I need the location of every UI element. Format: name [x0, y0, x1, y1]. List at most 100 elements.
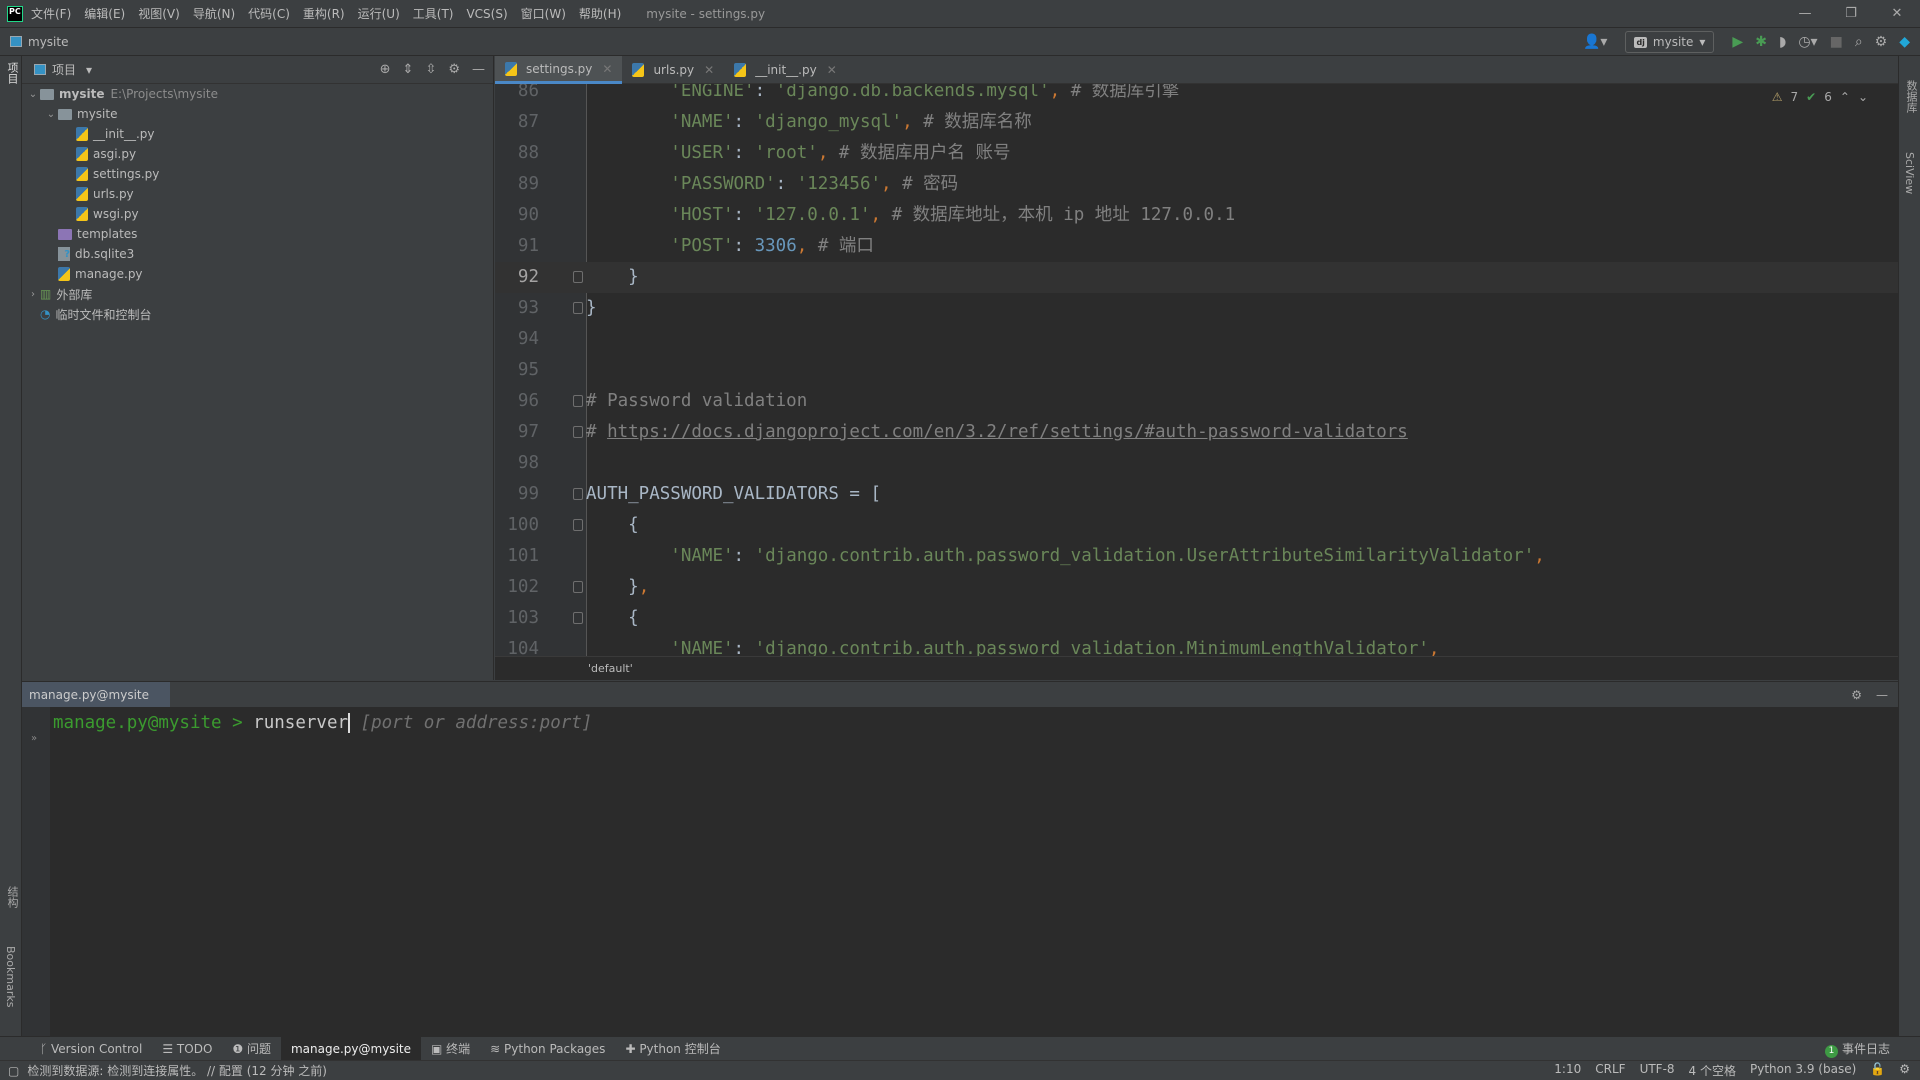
- fold-marker-icon[interactable]: [573, 581, 583, 593]
- code-link[interactable]: https://docs.djangoproject.com/en/3.2/re…: [607, 422, 1408, 442]
- code-line: 101 'NAME': 'django.contrib.auth.passwor…: [495, 541, 1898, 572]
- tree-item[interactable]: __init__.py: [22, 124, 493, 144]
- tab-settingspy[interactable]: settings.py ✕: [495, 56, 623, 84]
- status-panel-icon[interactable]: ▢: [8, 1064, 19, 1078]
- fold-marker-icon[interactable]: [573, 612, 583, 624]
- menu-item[interactable]: 文件(F): [31, 7, 71, 21]
- chevron-down-icon[interactable]: ▾: [86, 63, 92, 77]
- run-tab[interactable]: manage.py@mysite ✕: [22, 681, 170, 728]
- stop-icon[interactable]: ■: [1830, 34, 1843, 50]
- bookmarks-tool-button[interactable]: Bookmarks: [4, 946, 17, 1007]
- chevron-down-icon[interactable]: ⌄: [44, 109, 58, 120]
- unlock-icon[interactable]: 🔓: [1870, 1062, 1885, 1079]
- tree-item[interactable]: urls.py: [22, 184, 493, 204]
- hide-icon[interactable]: —: [1876, 688, 1888, 702]
- tree-item[interactable]: wsgi.py: [22, 204, 493, 224]
- debug-icon[interactable]: ✱: [1755, 34, 1767, 50]
- tool-window-6[interactable]: ✚ Python 控制台: [615, 1037, 730, 1061]
- menu-item[interactable]: 代码(C): [248, 7, 290, 21]
- run-config-select[interactable]: dj mysite ▾: [1625, 31, 1715, 53]
- expand-icon[interactable]: »: [31, 733, 37, 744]
- python-interpreter[interactable]: Python 3.9 (base): [1750, 1062, 1856, 1079]
- close-icon[interactable]: ✕: [602, 62, 612, 76]
- code-editor[interactable]: 86 'ENGINE': 'django.db.backends.mysql',…: [495, 84, 1898, 656]
- tree-item[interactable]: ◔ 临时文件和控制台: [22, 304, 493, 324]
- close-icon[interactable]: ✕: [827, 63, 837, 77]
- project-tree: ⌄ mysite E:\Projects\mysite ⌄ mysite __init__…: [22, 84, 493, 324]
- tab-urlspy[interactable]: urls.py ✕: [622, 56, 724, 84]
- tool-window-3[interactable]: manage.py@mysite: [280, 1036, 421, 1061]
- profile-icon[interactable]: ◷▾: [1798, 34, 1817, 50]
- line-separator[interactable]: CRLF: [1595, 1062, 1625, 1079]
- breadcrumb-project[interactable]: mysite: [28, 35, 68, 49]
- coverage-icon[interactable]: ◗: [1779, 34, 1786, 50]
- caret-position[interactable]: 1:10: [1554, 1062, 1581, 1079]
- tree-item[interactable]: templates: [22, 224, 493, 244]
- tree-item[interactable]: ⌄ mysite: [22, 104, 493, 124]
- tree-item[interactable]: asgi.py: [22, 144, 493, 164]
- hide-icon[interactable]: —: [472, 62, 485, 77]
- database-tool-button[interactable]: 数据库: [1903, 80, 1919, 113]
- run-icon[interactable]: ▶: [1732, 34, 1743, 50]
- code-token: :: [733, 205, 755, 225]
- project-tool-button[interactable]: 项目: [4, 62, 20, 84]
- toolbox-icon[interactable]: ◆: [1899, 34, 1910, 50]
- chevron-down-icon[interactable]: ⌄: [1858, 90, 1868, 104]
- gear-icon[interactable]: ⚙: [448, 62, 460, 77]
- menu-item[interactable]: 工具(T): [413, 7, 454, 21]
- menu-item[interactable]: 重构(R): [303, 7, 345, 21]
- chevron-up-icon[interactable]: ⌃: [1840, 90, 1850, 104]
- fold-marker-icon[interactable]: [573, 271, 583, 283]
- structure-tool-button[interactable]: 结构: [4, 886, 20, 908]
- console-input[interactable]: manage.py@mysite > runserver [port or ad…: [53, 713, 592, 733]
- indent-setting[interactable]: 4 个空格: [1689, 1062, 1736, 1079]
- menu-item[interactable]: 编辑(E): [84, 7, 125, 21]
- close-icon[interactable]: ✕: [704, 63, 714, 77]
- python-file-icon: [505, 61, 517, 76]
- tree-item[interactable]: manage.py: [22, 264, 493, 284]
- tree-item[interactable]: ⌄ mysite E:\Projects\mysite: [22, 84, 493, 104]
- manage-py-console[interactable]: » manage.py@mysite > runserver [port or …: [22, 707, 1898, 1036]
- menu-item[interactable]: 帮助(H): [579, 7, 621, 21]
- fold-marker-icon[interactable]: [573, 395, 583, 407]
- tree-item[interactable]: ? db.sqlite3: [22, 244, 493, 264]
- menu-item[interactable]: VCS(S): [466, 7, 507, 21]
- tool-window-5[interactable]: ≋ Python Packages: [480, 1037, 615, 1061]
- status-message[interactable]: 检测到数据源: 检测到连接属性。 // 配置 (12 分钟 之前): [27, 1062, 327, 1079]
- expand-all-icon[interactable]: ⇕: [403, 62, 414, 77]
- help-settings-icon[interactable]: ⚙: [1899, 1062, 1910, 1079]
- project-panel-title[interactable]: 项目: [52, 61, 76, 78]
- tab-initpy[interactable]: __init__.py ✕: [724, 56, 847, 84]
- tool-window-0[interactable]: ᚴ Version Control: [30, 1037, 152, 1061]
- sciview-tool-button[interactable]: SciView: [1903, 152, 1916, 194]
- inspection-widget[interactable]: ⚠ 7 ✔ 6 ⌃ ⌄: [1772, 90, 1868, 104]
- locate-icon[interactable]: ⊕: [380, 62, 391, 77]
- fold-marker-icon[interactable]: [573, 488, 583, 500]
- chevron-right-icon[interactable]: ›: [26, 289, 40, 300]
- fold-marker-icon[interactable]: [573, 519, 583, 531]
- restore-icon[interactable]: ❐: [1828, 0, 1874, 28]
- search-icon[interactable]: ⌕: [1855, 34, 1863, 50]
- event-log-button[interactable]: 1 事件日志: [1824, 1040, 1920, 1058]
- tree-item[interactable]: › ▥ 外部库: [22, 284, 493, 304]
- close-icon[interactable]: ✕: [1874, 0, 1920, 28]
- menu-item[interactable]: 运行(U): [358, 7, 400, 21]
- tool-window-label: 终端: [446, 1041, 471, 1056]
- fold-marker-icon[interactable]: [573, 426, 583, 438]
- menu-item[interactable]: 导航(N): [193, 7, 235, 21]
- menu-item[interactable]: 视图(V): [138, 7, 180, 21]
- menu-item[interactable]: 窗口(W): [521, 7, 566, 21]
- collapse-all-icon[interactable]: ⇳: [425, 62, 436, 77]
- gear-icon[interactable]: ⚙: [1851, 688, 1862, 702]
- file-encoding[interactable]: UTF-8: [1640, 1062, 1675, 1079]
- editor-breadcrumb[interactable]: 'default': [495, 656, 1898, 680]
- tool-window-2[interactable]: ❶ 问题: [222, 1037, 281, 1061]
- fold-marker-icon[interactable]: [573, 302, 583, 314]
- gear-icon[interactable]: ⚙: [1875, 34, 1888, 50]
- minimize-icon[interactable]: —: [1782, 0, 1828, 28]
- tool-window-4[interactable]: ▣ 终端: [421, 1037, 480, 1061]
- chevron-down-icon[interactable]: ⌄: [26, 89, 40, 100]
- user-icon[interactable]: 👤▾: [1583, 34, 1607, 50]
- tree-item[interactable]: settings.py: [22, 164, 493, 184]
- tool-window-1[interactable]: ☰ TODO: [152, 1037, 222, 1061]
